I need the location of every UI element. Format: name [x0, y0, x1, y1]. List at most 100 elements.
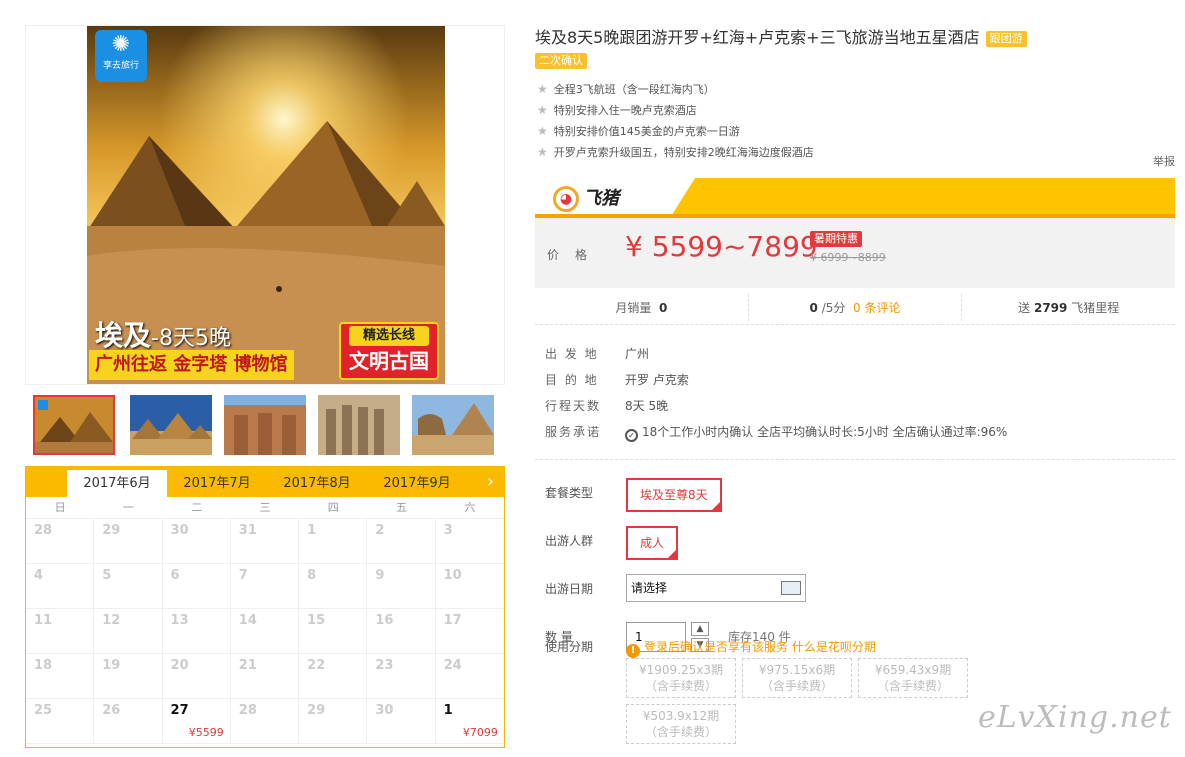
info-value: 广州: [625, 347, 650, 361]
star-icon: ★: [537, 145, 548, 159]
calendar-day: 6: [162, 564, 231, 609]
price-value: ¥ 5599~7899: [625, 230, 818, 263]
day-number: 26: [102, 703, 121, 718]
info-row-service: 服务承诺 ✓ 18个工作小时内确认 全店平均确认时长:5小时 全店确认通过率:96%: [545, 419, 1175, 445]
calendar-day: 22: [299, 654, 368, 699]
travelers-icon: ✺: [111, 32, 131, 57]
day-number: 9: [375, 568, 385, 583]
day-price: ¥5599: [188, 726, 224, 739]
crowd-label: 出游人群: [545, 534, 594, 548]
day-number: 22: [307, 658, 326, 673]
price-box: 价格 ¥ 5599~7899 暑期特惠 ¥ 6999~8899: [535, 218, 1175, 288]
check-circle-icon: ✓: [625, 429, 638, 442]
calendar-day: 23: [367, 654, 436, 699]
gallery-column: ✺ 享去旅行 埃及-8天5晚 广州往返 金字塔 博物馆 精选长线 文明古国 20…: [25, 25, 505, 748]
month-tab-4[interactable]: 2017年9月: [367, 470, 467, 497]
package-row: 套餐类型 埃及至尊8天: [545, 478, 1175, 526]
pig-icon: ◕: [553, 186, 579, 212]
product-title-line: 埃及8天5晚跟团游开罗+红海+卢克索+三飞旅游当地五星酒店 跟团游: [535, 25, 1175, 51]
day-number: 27: [170, 703, 189, 718]
calendar-day: 31: [230, 519, 300, 564]
feature-item: ★ 开罗卢克索升级国五，特别安排2晚红海海边度假酒店: [535, 142, 1175, 163]
month-tab-3[interactable]: 2017年8月: [267, 470, 367, 497]
thumbnail-2[interactable]: [130, 395, 212, 455]
original-price: ¥ 6999~8899: [810, 251, 886, 264]
weekday-label: 四: [327, 501, 339, 514]
feature-text: 开罗卢克索升级国五，特别安排2晚红海海边度假酒店: [553, 146, 814, 159]
main-product-image[interactable]: ✺ 享去旅行 埃及-8天5晚 广州往返 金字塔 博物馆 精选长线 文明古国: [25, 25, 505, 385]
plan-amount: ¥659.43x9期: [874, 663, 952, 677]
date-label: 出游日期: [545, 582, 594, 596]
calendar-day: 5: [94, 564, 163, 609]
calendar-icon[interactable]: [781, 581, 801, 595]
thumbnail-strip: [25, 392, 505, 458]
miles-suffix: 飞猪里程: [1071, 301, 1120, 315]
poster-route: 广州往返 金字塔 博物馆: [89, 350, 294, 380]
installment-plan[interactable]: ¥1909.25x3期 （含手续费）: [626, 658, 736, 698]
huabei-info-link[interactable]: 什么是花呗分期: [792, 640, 876, 654]
day-number: 13: [170, 613, 189, 628]
thumbnail-4[interactable]: [318, 395, 400, 455]
info-row-departure: 出 发 地 广州: [545, 341, 1175, 367]
day-number: 24: [443, 658, 462, 673]
info-label: 服务承诺: [545, 425, 602, 439]
day-number: 28: [238, 703, 257, 718]
poster-tag-bottom: 文明古国: [349, 349, 429, 373]
day-number: 7: [238, 568, 248, 583]
feature-item: ★ 特别安排入住一晚卢克索酒店: [535, 100, 1175, 121]
day-number: 3: [443, 523, 453, 538]
chevron-right-icon[interactable]: ›: [487, 469, 494, 495]
day-number: 21: [238, 658, 257, 673]
package-option-button[interactable]: 埃及至尊8天: [626, 478, 722, 512]
promo-badge: 暑期特惠: [810, 231, 862, 247]
month-tab-2[interactable]: 2017年7月: [167, 470, 267, 497]
site-watermark: eLvXing.net: [978, 700, 1172, 735]
weekday-label: 五: [396, 501, 408, 514]
star-icon: ★: [537, 124, 548, 138]
poster-title-main: 埃及: [95, 319, 152, 352]
calendar-day: 19: [94, 654, 163, 699]
calendar-day[interactable]: 1 ¥7099: [435, 699, 504, 744]
calendar-day: 30: [367, 699, 436, 744]
calendar-day[interactable]: 27 ¥5599: [162, 699, 231, 744]
crowd-row: 出游人群 成人: [545, 526, 1175, 574]
installment-note: ! 登录后确认是否享有该服务 什么是花呗分期: [626, 638, 876, 658]
date-input[interactable]: 请选择: [626, 574, 806, 602]
installment-plan[interactable]: ¥975.15x6期 （含手续费）: [742, 658, 852, 698]
day-number: 2: [375, 523, 385, 538]
plan-amount: ¥1909.25x3期: [639, 663, 723, 677]
day-number: 6: [170, 568, 180, 583]
plan-fee: （含手续费）: [644, 725, 717, 739]
day-number: 20: [170, 658, 189, 673]
calendar-day: 1: [299, 519, 368, 564]
miles: 送 2799 飞猪里程: [962, 294, 1175, 321]
trip-info: 出 发 地 广州 目 的 地 开罗 卢克索 行程天数 8天 5晚 服务承诺 ✓ 18个工作…: [545, 341, 1175, 445]
feature-text: 全程3飞航班（含一段红海内飞）: [553, 83, 715, 96]
month-tab-1[interactable]: 2017年6月: [67, 470, 167, 497]
miles-prefix: 送: [1018, 301, 1031, 315]
thumbnail-3[interactable]: [224, 395, 306, 455]
crowd-option-button[interactable]: 成人: [626, 526, 679, 560]
day-number: 16: [375, 613, 394, 628]
day-number: 18: [34, 658, 53, 673]
thumbnail-1[interactable]: [33, 395, 115, 455]
miles-value: 2799: [1033, 301, 1068, 315]
day-number: 4: [34, 568, 44, 583]
star-icon: ★: [537, 103, 548, 117]
brand-bar-shape: [535, 178, 1175, 218]
feature-list: ★ 全程3飞航班（含一段红海内飞） ★ 特别安排入住一晚卢克索酒店 ★ 特别安排价值1…: [535, 79, 1175, 163]
comments-link[interactable]: 0 条评论: [853, 301, 900, 315]
installment-plan[interactable]: ¥659.43x9期 （含手续费）: [858, 658, 968, 698]
thumbnail-5[interactable]: [412, 395, 494, 455]
divider: [535, 459, 1175, 460]
day-number: 14: [238, 613, 257, 628]
info-row-duration: 行程天数 8天 5晚: [545, 393, 1175, 419]
installment-plan[interactable]: ¥503.9x12期 （含手续费）: [626, 704, 736, 744]
increment-icon[interactable]: ▲: [691, 622, 709, 636]
day-number: 1: [443, 703, 453, 718]
day-number: 31: [238, 523, 257, 538]
calendar-day: 21: [230, 654, 300, 699]
login-note[interactable]: 登录后确认是否享有该服务: [644, 640, 788, 654]
sales-label: 月销量: [615, 301, 652, 315]
report-link[interactable]: 举报: [1153, 153, 1175, 169]
